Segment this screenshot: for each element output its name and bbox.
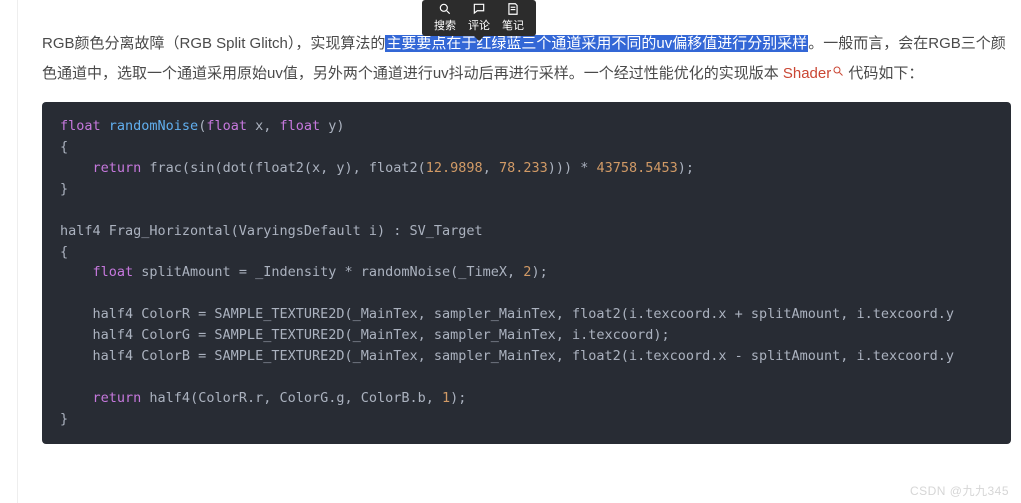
highlighted-text: 主要要点在于红绿蓝三个通道采用不同的uv偏移值进行分别采样 [385, 35, 808, 52]
comment-icon [472, 2, 486, 19]
search-icon [438, 2, 452, 19]
selection-tooltip: 搜索 评论 笔记 [422, 0, 536, 36]
search-icon [832, 59, 844, 71]
article-content: RGB颜色分离故障（RGB Split Glitch），实现算法的主要要点在于红… [42, 0, 1021, 444]
text-post: 代码如下： [844, 65, 923, 82]
tooltip-search-label: 搜索 [434, 20, 456, 32]
intro-paragraph: RGB颜色分离故障（RGB Split Glitch），实现算法的主要要点在于红… [42, 30, 1011, 88]
tooltip-note[interactable]: 笔记 [496, 2, 530, 32]
tooltip-comment-label: 评论 [468, 20, 490, 32]
tooltip-comment[interactable]: 评论 [462, 2, 496, 32]
text-pre: RGB颜色分离故障（RGB Split Glitch），实现算法的 [42, 35, 385, 52]
shader-link[interactable]: Shader [783, 65, 844, 82]
note-icon [506, 2, 520, 19]
code-block: float randomNoise(float x, float y) { re… [42, 102, 1011, 444]
sidebar-stub [0, 0, 18, 503]
tooltip-note-label: 笔记 [502, 20, 524, 32]
shader-link-text: Shader [783, 65, 831, 82]
tooltip-search[interactable]: 搜索 [428, 2, 462, 32]
watermark: CSDN @九九345 [910, 482, 1009, 499]
